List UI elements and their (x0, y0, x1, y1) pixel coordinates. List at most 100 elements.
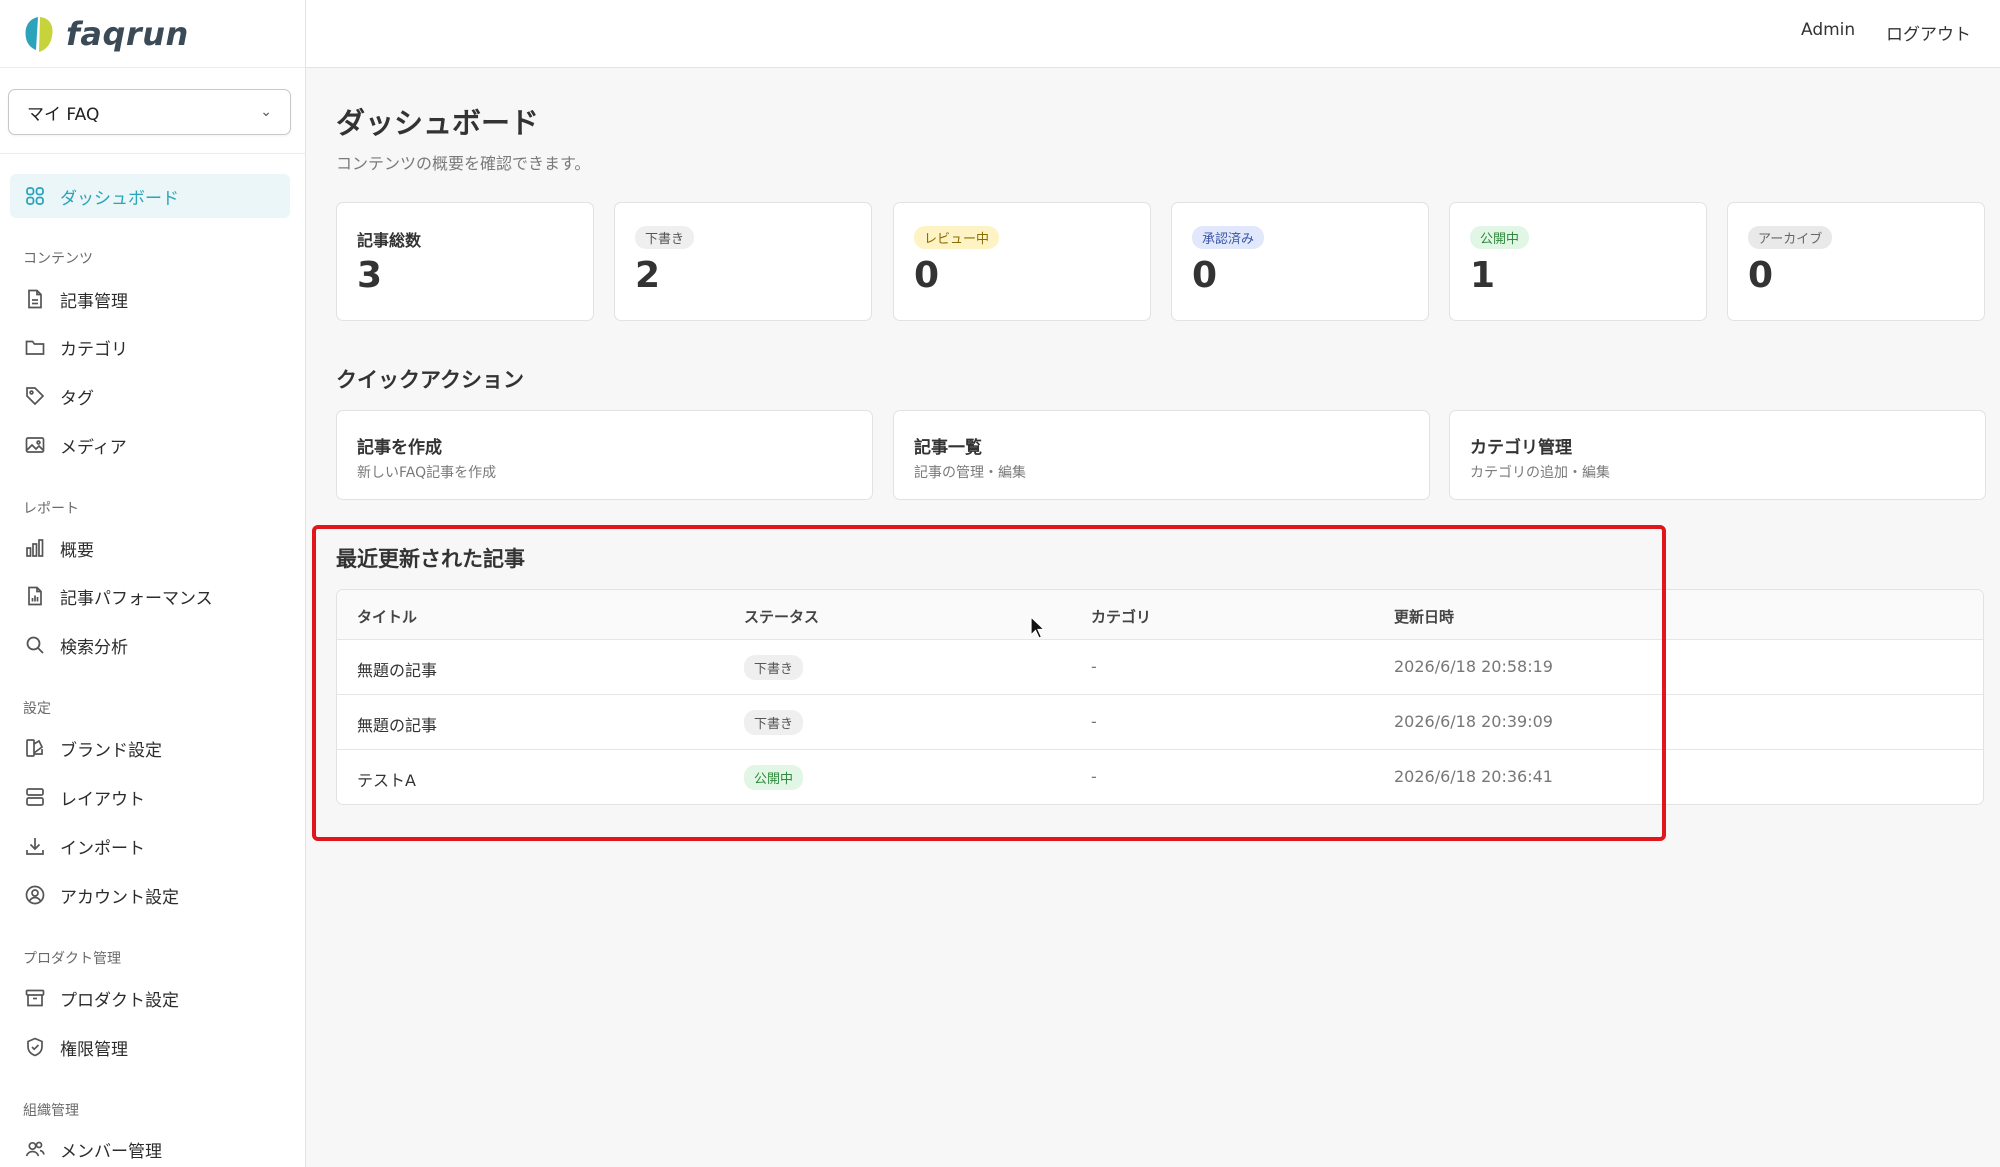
status-badge: 公開中 (744, 765, 804, 790)
user-menu[interactable]: Admin (1801, 20, 1855, 40)
chevron-down-icon: ⌄ (260, 104, 272, 120)
stat-card-draft: 下書き 2 (614, 202, 872, 321)
cell-updated: 2026/6/18 20:58:19 (1394, 657, 1553, 676)
sidebar-item-label: アカウント設定 (60, 887, 179, 908)
stat-value: 2 (635, 255, 661, 296)
sidebar-item-label: 記事管理 (60, 291, 128, 312)
stat-card-approved: 承認済み 0 (1171, 202, 1429, 321)
stat-label: 記事総数 (357, 231, 422, 250)
sidebar-item-label: レイアウト (60, 789, 145, 810)
sidebar-item-members[interactable]: メンバー管理 (10, 1127, 290, 1167)
folder-icon (24, 336, 46, 358)
column-header-updated: 更新日時 (1394, 608, 1455, 626)
nav-section-product: プロダクト管理 (23, 951, 121, 967)
faqrun-logo-icon (25, 16, 53, 52)
mouse-cursor-icon (1030, 616, 1046, 639)
sidebar-item-label: メンバー管理 (60, 1141, 162, 1162)
stat-value: 3 (357, 255, 383, 296)
sidebar-item-articles[interactable]: 記事管理 (10, 277, 290, 321)
sidebar-item-account-settings[interactable]: アカウント設定 (10, 873, 290, 917)
cell-title[interactable]: テストA (357, 767, 416, 791)
sidebar-item-dashboard[interactable]: ダッシュボード (10, 174, 290, 218)
nav-section-report: レポート (23, 501, 79, 517)
sidebar-item-brand-settings[interactable]: ブランド設定 (10, 726, 290, 770)
quick-action-desc: カテゴリの追加・編集 (1470, 465, 1610, 481)
recent-articles-table: タイトル ステータス カテゴリ 更新日時 無題の記事 下書き - 2026/6/… (336, 589, 1984, 805)
nav-section-content: コンテンツ (23, 251, 93, 267)
stat-value: 0 (1192, 255, 1218, 296)
quick-action-desc: 記事の管理・編集 (914, 465, 1026, 481)
stat-card-review: レビュー中 0 (893, 202, 1151, 321)
user-circle-icon (24, 884, 46, 906)
sidebar-item-label: カテゴリ (60, 339, 128, 360)
layout-icon (24, 786, 46, 808)
cell-title[interactable]: 無題の記事 (357, 712, 437, 736)
stat-card-archive: アーカイブ 0 (1727, 202, 1985, 321)
sidebar-item-search-analysis[interactable]: 検索分析 (10, 623, 290, 667)
status-badge: 承認済み (1192, 226, 1265, 249)
cell-category: - (1091, 767, 1097, 786)
archive-icon (24, 987, 46, 1009)
sidebar-item-label: メディア (60, 437, 127, 458)
page-subtitle: コンテンツの概要を確認できます。 (336, 154, 591, 173)
logout-link[interactable]: ログアウト (1886, 20, 1971, 45)
nav-section-settings: 設定 (23, 701, 51, 717)
quick-action-create-article[interactable]: 記事を作成 新しいFAQ記事を作成 (336, 410, 873, 500)
file-icon (24, 288, 46, 310)
search-icon (24, 634, 46, 656)
sidebar-item-categories[interactable]: カテゴリ (10, 325, 290, 369)
quick-action-article-list[interactable]: 記事一覧 記事の管理・編集 (893, 410, 1430, 500)
status-badge: 下書き (744, 655, 804, 680)
sidebar-item-import[interactable]: インポート (10, 824, 290, 868)
status-badge: レビュー中 (914, 226, 1000, 249)
sidebar-item-article-performance[interactable]: 記事パフォーマンス (10, 574, 290, 618)
stat-card-published: 公開中 1 (1449, 202, 1707, 321)
sidebar-item-permissions[interactable]: 権限管理 (10, 1025, 290, 1069)
table-row[interactable]: 無題の記事 下書き - 2026/6/18 20:58:19 (337, 640, 1983, 695)
sidebar-item-media[interactable]: メディア (10, 423, 290, 467)
sidebar-item-label: 検索分析 (60, 637, 128, 658)
sidebar-item-label: 権限管理 (60, 1039, 128, 1060)
sidebar-item-layout[interactable]: レイアウト (10, 775, 290, 819)
shield-icon (24, 1036, 46, 1058)
brand-name: faqrun (66, 14, 189, 53)
quick-action-title: 記事を作成 (357, 438, 442, 458)
sidebar: faqrun マイ FAQ ⌄ ダッシュボード コンテンツ 記事管理 カテゴリ … (0, 0, 306, 1167)
cell-title[interactable]: 無題の記事 (357, 657, 437, 681)
quick-action-category-management[interactable]: カテゴリ管理 カテゴリの追加・編集 (1449, 410, 1986, 500)
brand-logo[interactable]: faqrun (0, 0, 305, 68)
space-select[interactable]: マイ FAQ ⌄ (8, 89, 291, 135)
bar-chart-icon (24, 537, 46, 559)
sidebar-item-label: ダッシュボード (60, 188, 179, 209)
column-header-status: ステータス (744, 608, 820, 626)
sidebar-item-label: インポート (60, 838, 145, 859)
cell-updated: 2026/6/18 20:39:09 (1394, 712, 1553, 731)
stat-value: 0 (914, 255, 940, 296)
quick-action-title: 記事一覧 (914, 438, 982, 458)
sidebar-item-product-settings[interactable]: プロダクト設定 (10, 976, 290, 1020)
nav-section-org: 組織管理 (23, 1103, 79, 1119)
users-icon (24, 1138, 46, 1160)
quick-actions-title: クイックアクション (336, 368, 524, 392)
image-icon (24, 434, 46, 456)
cell-updated: 2026/6/18 20:36:41 (1394, 767, 1553, 786)
space-select-value: マイ FAQ (27, 104, 100, 125)
topbar: Admin ログアウト (306, 0, 2000, 68)
table-row[interactable]: テストA 公開中 - 2026/6/18 20:36:41 (337, 750, 1983, 804)
cell-category: - (1091, 657, 1097, 676)
status-badge: 下書き (744, 710, 804, 735)
stat-value: 0 (1748, 255, 1774, 296)
table-header: タイトル ステータス カテゴリ 更新日時 (337, 590, 1983, 640)
sidebar-item-overview[interactable]: 概要 (10, 526, 290, 570)
sidebar-item-label: 記事パフォーマンス (60, 588, 213, 609)
sidebar-item-label: タグ (60, 388, 94, 409)
page-title: ダッシュボード (336, 106, 540, 140)
table-row[interactable]: 無題の記事 下書き - 2026/6/18 20:39:09 (337, 695, 1983, 750)
sidebar-item-tags[interactable]: タグ (10, 374, 290, 418)
sidebar-item-label: プロダクト設定 (60, 990, 179, 1011)
recent-articles-title: 最近更新された記事 (336, 547, 525, 571)
cell-category: - (1091, 712, 1097, 731)
stat-card-total: 記事総数 3 (336, 202, 594, 321)
sidebar-item-label: 概要 (60, 540, 94, 561)
tag-icon (24, 385, 46, 407)
